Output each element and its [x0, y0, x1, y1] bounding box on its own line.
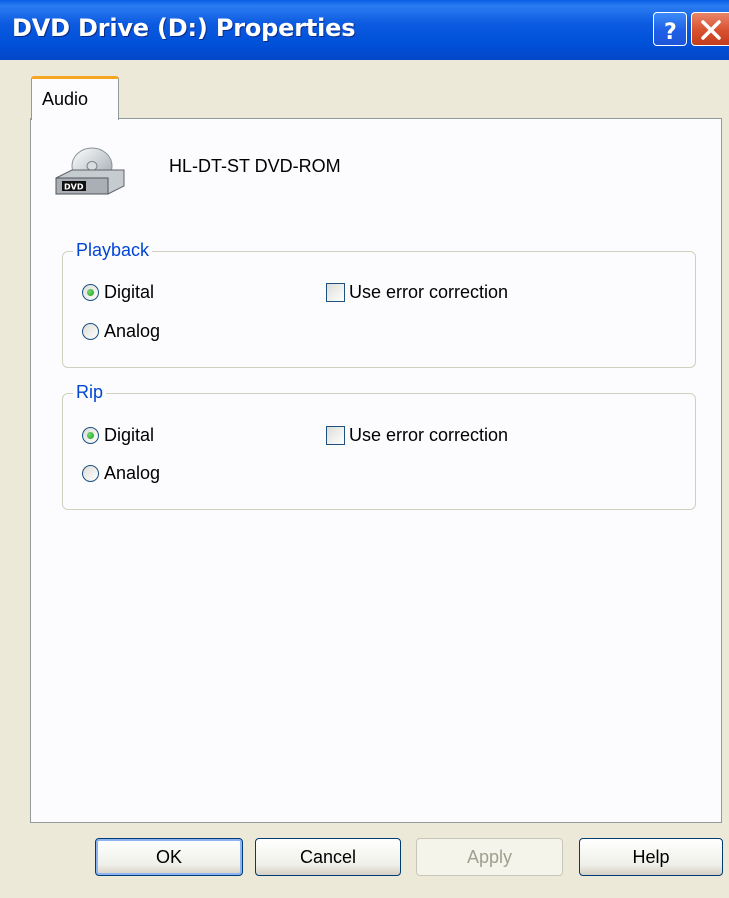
question-mark-icon: ? — [664, 20, 677, 45]
close-x-icon — [701, 20, 721, 40]
help-button[interactable]: Help — [579, 838, 723, 876]
tab-audio[interactable]: Audio — [31, 76, 119, 120]
playback-group: Playback — [62, 240, 696, 368]
help-title-button[interactable]: ? — [653, 12, 687, 46]
cancel-button[interactable]: Cancel — [255, 838, 401, 876]
tab-audio-label: Audio — [42, 89, 89, 109]
ok-button[interactable]: OK — [95, 838, 243, 876]
rip-analog-radio[interactable]: Analog — [82, 463, 160, 484]
rip-group-label: Rip — [73, 382, 107, 403]
title-bar[interactable]: DVD Drive (D:) Properties ? — [0, 0, 729, 60]
checkbox-icon — [326, 426, 345, 445]
radio-selected-icon — [82, 427, 99, 444]
playback-error-correction-checkbox[interactable]: Use error correction — [326, 282, 508, 303]
radio-empty-icon — [82, 465, 99, 482]
playback-digital-label: Digital — [104, 282, 155, 302]
rip-digital-label: Digital — [104, 425, 155, 445]
playback-digital-radio[interactable]: Digital — [82, 282, 154, 303]
rip-error-correction-checkbox[interactable]: Use error correction — [326, 425, 508, 446]
playback-analog-label: Analog — [104, 321, 161, 341]
window-title: DVD Drive (D:) Properties — [12, 14, 356, 42]
close-button[interactable] — [691, 12, 729, 46]
playback-error-correction-label: Use error correction — [349, 282, 509, 302]
rip-group: Rip — [62, 382, 696, 510]
playback-group-label: Playback — [73, 240, 153, 261]
svg-text:DVD: DVD — [64, 183, 84, 192]
checkbox-icon — [326, 283, 345, 302]
playback-analog-radio[interactable]: Analog — [82, 321, 160, 342]
rip-digital-radio[interactable]: Digital — [82, 425, 154, 446]
rip-error-correction-label: Use error correction — [349, 425, 509, 445]
apply-button[interactable]: Apply — [416, 838, 563, 876]
radio-empty-icon — [82, 323, 99, 340]
svg-text:?: ? — [664, 20, 677, 45]
device-name: HL-DT-ST DVD-ROM — [169, 156, 341, 176]
radio-selected-icon — [82, 284, 99, 301]
dvd-drive-icon: DVD — [55, 147, 125, 195]
properties-dialog: DVD Drive (D:) Properties ? Audio DVD HL… — [0, 0, 729, 898]
rip-analog-label: Analog — [104, 463, 161, 483]
